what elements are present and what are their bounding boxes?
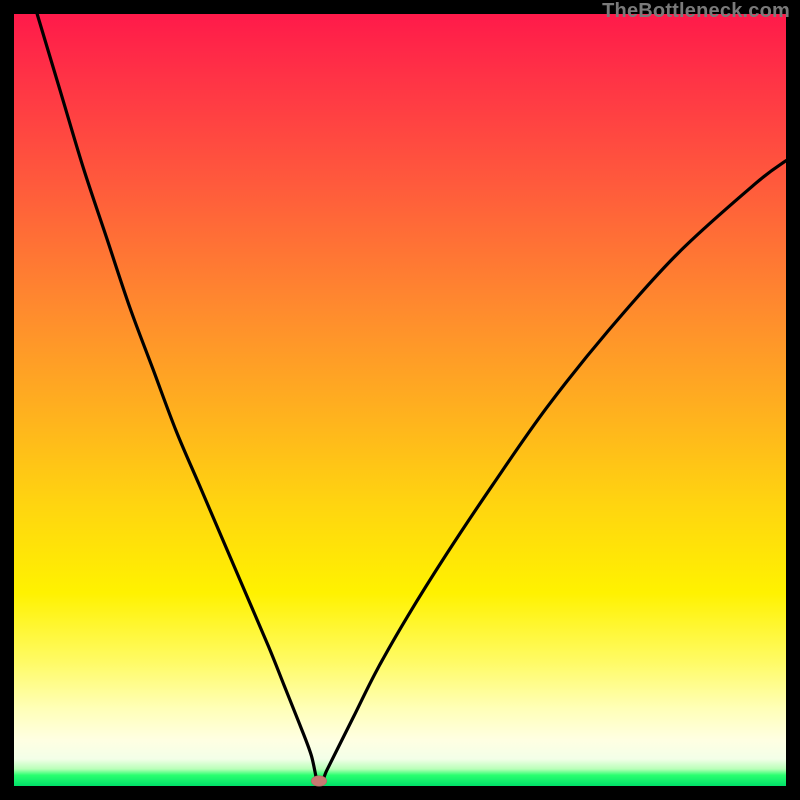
optimal-point-marker	[311, 775, 327, 786]
watermark-text: TheBottleneck.com	[602, 0, 790, 23]
plot-area	[14, 14, 786, 786]
bottleneck-curve	[14, 14, 786, 786]
chart-frame: TheBottleneck.com	[0, 0, 800, 800]
